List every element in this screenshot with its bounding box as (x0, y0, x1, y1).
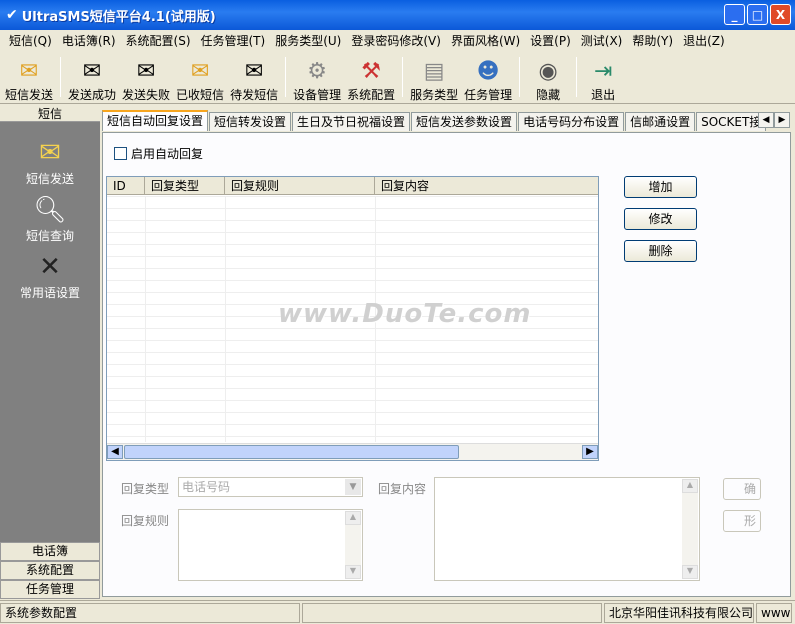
sidebar-item-sms-query[interactable]: 🔍︎ 短信查询 (0, 193, 100, 244)
pending-button[interactable]: ✉ 待发短信 (227, 51, 281, 103)
scroll-thumb[interactable] (124, 445, 459, 459)
close-button[interactable]: X (770, 4, 791, 25)
sidebar-bottom-sysconfig[interactable]: 系统配置 (0, 561, 100, 580)
toolbar: ✉ 短信发送 ✉ 发送成功 ✉ 发送失败 ✉ 已收短信 ✉ 待发短信 ⚙ 设备管理 ⚒ 系统配… (0, 50, 795, 104)
vertical-scrollbar[interactable]: ▲ ▼ (682, 479, 698, 579)
send-fail-button[interactable]: ✉ 发送失败 (119, 51, 173, 103)
reply-rule-textarea[interactable]: ▲ ▼ (178, 509, 363, 581)
sidebar: 短信 ✉ 短信发送 🔍︎ 短信查询 ✕ 常用语设置 电话簿 系统配置 任务管理 (0, 106, 100, 599)
main-area: 短信自动回复设置 短信转发设置 生日及节日祝福设置 短信发送参数设置 电话号码分… (102, 106, 791, 599)
minimize-button[interactable]: _ (724, 4, 745, 25)
gear-icon: ⚙ (307, 59, 327, 84)
tab-forward[interactable]: 短信转发设置 (209, 112, 292, 131)
menu-style[interactable]: 界面风格(W) (446, 32, 525, 49)
col-reply-type[interactable]: 回复类型 (145, 177, 225, 194)
send-success-button[interactable]: ✉ 发送成功 (65, 51, 119, 103)
mail-fail-icon: ✉ (136, 59, 156, 84)
status-extra: www (756, 602, 792, 623)
auto-reply-label: 启用自动回复 (131, 147, 204, 161)
tab-scroll-right-icon[interactable]: ▶ (774, 112, 790, 128)
sidebar-item-phrases[interactable]: ✕ 常用语设置 (0, 250, 100, 301)
menu-sysconfig[interactable]: 系统配置(S) (121, 32, 196, 49)
envelope-icon: ✉ (39, 138, 61, 168)
sms-send-button[interactable]: ✉ 短信发送 (2, 51, 56, 103)
sidebar-item-sms-send[interactable]: ✉ 短信发送 (0, 136, 100, 187)
reply-content-textarea[interactable]: ▲ ▼ (434, 477, 700, 581)
tab-strip: 短信自动回复设置 短信转发设置 生日及节日祝福设置 短信发送参数设置 电话号码分… (102, 110, 767, 132)
vertical-scrollbar[interactable]: ▲ ▼ (345, 511, 361, 579)
title-bar: ✔ UltraSMS短信平台4.1(试用版) _ □ X (0, 0, 795, 30)
magnifier-icon: 🔍︎ (33, 195, 67, 225)
sidebar-header[interactable]: 短信 (0, 106, 100, 122)
reply-rule-label: 回复规则 (121, 514, 170, 528)
sidebar-bottom-phonebook[interactable]: 电话簿 (0, 542, 100, 561)
sysconfig-button[interactable]: ⚒ 系统配置 (344, 51, 398, 103)
col-reply-content[interactable]: 回复内容 (375, 177, 597, 194)
status-company: 北京华阳佳讯科技有限公司 (604, 602, 754, 623)
menu-task[interactable]: 任务管理(T) (196, 32, 271, 49)
horizontal-scrollbar[interactable]: ◀ ▶ (107, 443, 598, 460)
reply-type-select[interactable]: 电话号码 ▼ (178, 477, 363, 497)
col-reply-rule[interactable]: 回复规则 (225, 177, 375, 194)
received-button[interactable]: ✉ 已收短信 (173, 51, 227, 103)
inbox-icon: ✉ (190, 59, 210, 84)
exit-button[interactable]: ⇥ 退出 (581, 51, 625, 103)
auto-reply-checkbox[interactable]: 启用自动回复 (114, 145, 203, 162)
tab-phone-distribution[interactable]: 电话号码分布设置 (518, 112, 625, 131)
checkbox-box[interactable] (114, 147, 127, 160)
scroll-right-icon[interactable]: ▶ (582, 445, 598, 459)
menu-sms[interactable]: 短信(Q) (4, 32, 57, 49)
scroll-left-icon[interactable]: ◀ (107, 445, 123, 459)
menu-phonebook[interactable]: 电话簿(R) (57, 32, 121, 49)
tab-socket[interactable]: SOCKET接 (696, 112, 767, 131)
service-button[interactable]: ▤ 服务类型 (407, 51, 461, 103)
tab-mail[interactable]: 信邮通设置 (625, 112, 696, 131)
outbox-icon: ✉ (244, 59, 264, 84)
task-button[interactable]: ☻ 任务管理 (461, 51, 515, 103)
user-task-icon: ☻ (476, 59, 500, 84)
mail-out-icon: ✉ (82, 59, 102, 84)
status-left: 系统参数配置 (0, 602, 300, 623)
maximize-button[interactable]: □ (747, 4, 768, 25)
chevron-down-icon[interactable]: ▼ (345, 479, 361, 495)
menu-settings[interactable]: 设置(P) (525, 32, 576, 49)
tab-send-params[interactable]: 短信发送参数设置 (411, 112, 518, 131)
watermark: www.DuoTe.com (278, 299, 532, 329)
hide-button[interactable]: ◉ 隐藏 (524, 51, 572, 103)
cross-tools-icon: ✕ (39, 252, 61, 282)
menu-test[interactable]: 测试(X) (576, 32, 628, 49)
cancel-button[interactable]: 形 (723, 510, 761, 532)
speaker-icon: ◉ (538, 59, 558, 84)
app-icon: ✔ (6, 7, 18, 23)
tab-auto-reply[interactable]: 短信自动回复设置 (102, 110, 209, 131)
status-bar: 系统参数配置 北京华阳佳讯科技有限公司 www (0, 600, 795, 624)
tab-scroll-left-icon[interactable]: ◀ (758, 112, 774, 128)
confirm-button[interactable]: 确 (723, 478, 761, 500)
tab-birthday[interactable]: 生日及节日祝福设置 (292, 112, 411, 131)
menu-service[interactable]: 服务类型(U) (270, 32, 346, 49)
document-icon: ▤ (423, 59, 445, 84)
exit-door-icon: ⇥ (593, 59, 613, 84)
tools-icon: ⚒ (361, 59, 381, 84)
reply-content-label: 回复内容 (378, 482, 427, 496)
device-button[interactable]: ⚙ 设备管理 (290, 51, 344, 103)
menu-help[interactable]: 帮助(Y) (627, 32, 678, 49)
add-button[interactable]: 增加 (624, 176, 697, 198)
menu-password[interactable]: 登录密码修改(V) (346, 32, 446, 49)
col-id[interactable]: ID (107, 177, 145, 194)
window-title: UltraSMS短信平台4.1(试用版) (21, 9, 216, 25)
reply-type-label: 回复类型 (121, 482, 170, 496)
menu-bar: 短信(Q) 电话簿(R) 系统配置(S) 任务管理(T) 服务类型(U) 登录密… (0, 30, 795, 50)
menu-exit[interactable]: 退出(Z) (678, 32, 730, 49)
edit-button[interactable]: 修改 (624, 208, 697, 230)
delete-button[interactable]: 删除 (624, 240, 697, 262)
status-middle (302, 602, 602, 623)
envelope-icon: ✉ (19, 59, 39, 84)
tab-panel: 启用自动回复 ID 回复类型 回复规则 回复内容 ◀ ▶ 增加 修改 删除 ww… (102, 132, 791, 597)
sidebar-bottom-task[interactable]: 任务管理 (0, 580, 100, 599)
